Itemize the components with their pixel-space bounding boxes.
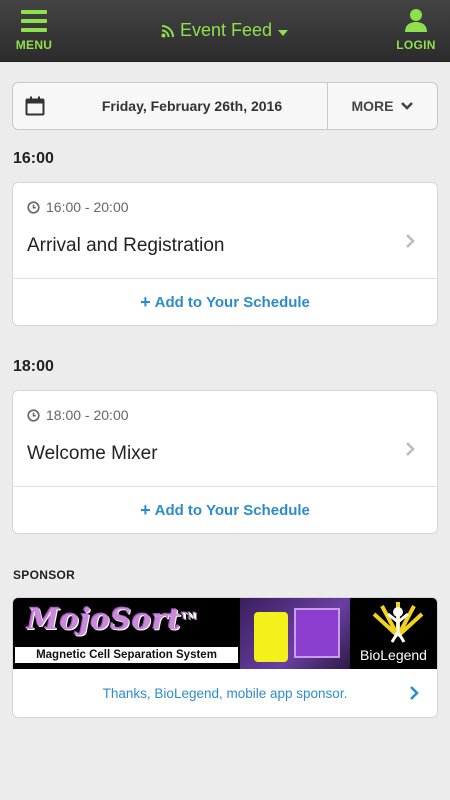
session-time: 18:00 - 20:00 [27, 407, 129, 423]
chevron-right-icon [410, 686, 419, 700]
add-to-schedule-label: Add to Your Schedule [154, 293, 310, 311]
sponsor-tagline: Magnetic Cell Separation System [15, 647, 238, 663]
sponsor-link-text: Thanks, BioLegend, mobile app sponsor. [102, 685, 348, 701]
session-row[interactable]: 16:00 - 20:00 Arrival and Registration [13, 183, 437, 279]
session-time: 16:00 - 20:00 [27, 199, 129, 215]
session-row[interactable]: 18:00 - 20:00 Welcome Mixer [13, 391, 437, 487]
session-card: 18:00 - 20:00 Welcome Mixer + Add to You… [12, 390, 438, 534]
biolegend-logo: BioLegend [350, 598, 437, 669]
login-button[interactable]: LOGIN [392, 8, 440, 52]
biolegend-figure-icon [372, 602, 424, 643]
sponsor-card[interactable]: MojoSortTM Magnetic Cell Separation Syst… [12, 597, 438, 718]
page-title: Event Feed [179, 20, 273, 40]
product-image [240, 598, 350, 669]
sponsor-heading: SPONSOR [13, 568, 76, 582]
date-picker-button[interactable] [13, 96, 57, 116]
more-label: MORE [351, 98, 394, 114]
sponsor-brand-logo: MojoSortTM [27, 602, 198, 636]
top-bar: MENU Event Feed LOGIN [0, 0, 450, 62]
plus-icon: + [140, 291, 151, 312]
sponsor-company-name: BioLegend [360, 647, 427, 663]
user-icon [405, 9, 427, 32]
chevron-right-icon [406, 234, 415, 248]
current-date[interactable]: Friday, February 26th, 2016 [57, 98, 327, 114]
session-title: Arrival and Registration [27, 235, 225, 256]
chevron-down-icon [400, 102, 413, 110]
session-title: Welcome Mixer [27, 443, 158, 464]
time-section-heading: 18:00 [13, 358, 54, 375]
session-card: 16:00 - 20:00 Arrival and Registration +… [12, 182, 438, 326]
rss-icon [161, 25, 174, 38]
chevron-right-icon [406, 442, 415, 456]
login-label: LOGIN [396, 38, 436, 52]
date-bar: Friday, February 26th, 2016 MORE [12, 82, 438, 130]
session-time-text: 16:00 - 20:00 [46, 199, 129, 215]
add-to-schedule-button[interactable]: + Add to Your Schedule [13, 487, 437, 533]
time-section-heading: 16:00 [13, 150, 54, 167]
clock-icon [27, 408, 40, 422]
more-button[interactable]: MORE [327, 83, 437, 129]
add-to-schedule-label: Add to Your Schedule [154, 501, 310, 519]
sponsor-link[interactable]: Thanks, BioLegend, mobile app sponsor. [13, 669, 437, 717]
sponsor-banner-text: MojoSortTM Magnetic Cell Separation Syst… [13, 598, 240, 669]
session-time-text: 18:00 - 20:00 [46, 407, 129, 423]
plus-icon: + [140, 499, 151, 520]
caret-down-icon [278, 30, 289, 36]
clock-icon [27, 200, 40, 214]
add-to-schedule-button[interactable]: + Add to Your Schedule [13, 279, 437, 325]
sponsor-banner[interactable]: MojoSortTM Magnetic Cell Separation Syst… [13, 598, 437, 669]
calendar-icon [25, 96, 45, 116]
event-feed-dropdown[interactable]: Event Feed [0, 20, 450, 41]
